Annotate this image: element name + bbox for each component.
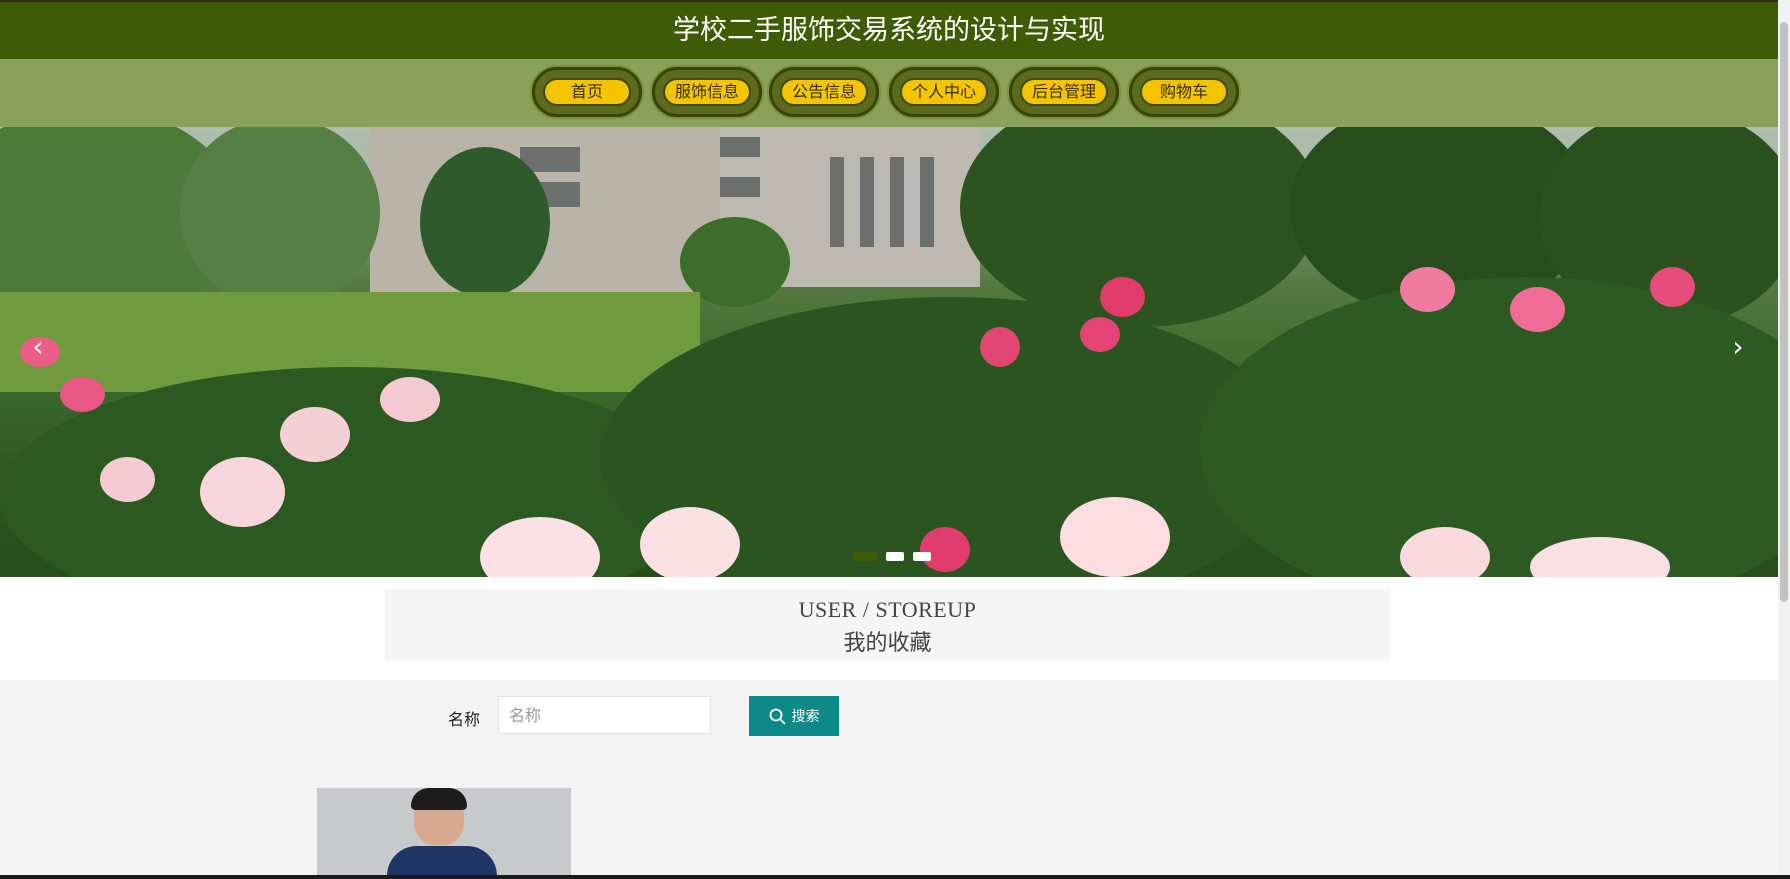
carousel-next-button[interactable]: › <box>1718 327 1758 367</box>
section-title-card: USER / STOREUP 我的收藏 <box>385 589 1390 661</box>
carousel-indicator-2[interactable] <box>886 552 905 561</box>
section-header: USER / STOREUP 我的收藏 <box>0 577 1778 680</box>
carousel-indicator-3[interactable] <box>913 552 932 561</box>
nav-home-label: 首页 <box>543 78 631 106</box>
search-input[interactable] <box>498 696 711 734</box>
page-scrollbar[interactable] <box>1778 0 1790 879</box>
carousel-indicators <box>853 546 935 561</box>
chevron-right-icon: › <box>1732 330 1744 363</box>
nav-personal-center-label: 个人中心 <box>900 78 988 106</box>
window-bottom-edge <box>0 875 1790 879</box>
chevron-left-icon: ‹ <box>32 330 44 363</box>
nav-cart[interactable]: 购物车 <box>1129 67 1239 117</box>
carousel-prev-button[interactable]: ‹ <box>18 327 58 367</box>
site-title: 学校二手服饰交易系统的设计与实现 <box>0 0 1778 59</box>
nav-announcements-label: 公告信息 <box>780 78 868 106</box>
search-button[interactable]: 搜索 <box>749 696 839 736</box>
nav-clothing-info[interactable]: 服饰信息 <box>652 67 762 117</box>
page-viewport: 学校二手服饰交易系统的设计与实现 首页 服饰信息 公告信息 个人中心 后台管理 … <box>0 0 1778 879</box>
nav-admin-label: 后台管理 <box>1020 78 1108 106</box>
search-label: 名称 <box>448 710 481 729</box>
favorite-item-card[interactable] <box>317 788 571 879</box>
nav-cart-label: 购物车 <box>1140 78 1228 106</box>
main-nav: 首页 服饰信息 公告信息 个人中心 后台管理 购物车 <box>0 59 1778 127</box>
scrollbar-thumb[interactable] <box>1780 22 1788 602</box>
nav-personal-center[interactable]: 个人中心 <box>889 67 999 117</box>
nav-clothing-info-label: 服饰信息 <box>663 78 751 106</box>
section-title-cn: 我的收藏 <box>843 630 932 655</box>
nav-announcements[interactable]: 公告信息 <box>769 67 879 117</box>
banner-carousel[interactable]: ‹ › <box>0 127 1778 577</box>
section-title-en: USER / STOREUP <box>798 597 977 622</box>
nav-admin[interactable]: 后台管理 <box>1009 67 1119 117</box>
search-button-label: 搜索 <box>791 709 820 725</box>
carousel-indicator-1[interactable] <box>853 552 877 561</box>
nav-home[interactable]: 首页 <box>532 67 642 117</box>
search-area: 名称 搜索 <box>0 680 1778 879</box>
search-icon <box>769 708 785 724</box>
